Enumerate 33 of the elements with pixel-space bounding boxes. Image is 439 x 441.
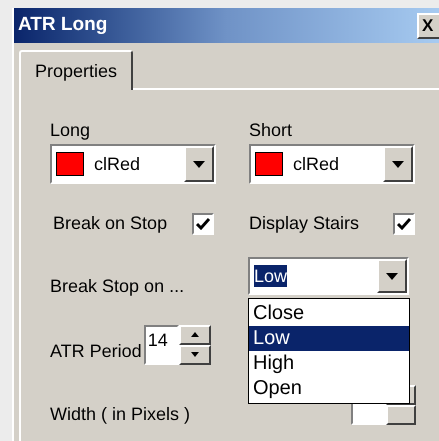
window-title: ATR Long xyxy=(18,13,108,38)
checkbox[interactable] xyxy=(192,212,214,234)
field-label: Width ( in Pixels ) xyxy=(50,403,192,426)
dropdown-button[interactable] xyxy=(184,146,214,182)
field-label: Long xyxy=(50,119,92,142)
caret-icon xyxy=(193,160,205,168)
dropdown-button[interactable] xyxy=(377,259,407,293)
spin-button[interactable] xyxy=(178,344,211,364)
caret-icon xyxy=(392,160,404,168)
dropdown-option[interactable]: Low xyxy=(249,326,409,351)
close-button[interactable]: X xyxy=(417,12,439,38)
tab[interactable]: Properties xyxy=(19,50,134,90)
dropdown-button[interactable] xyxy=(383,146,413,182)
checkbox[interactable] xyxy=(393,212,415,234)
check-icon xyxy=(196,218,210,230)
dropdown-option[interactable]: Open xyxy=(249,376,409,401)
spin-button[interactable] xyxy=(178,324,211,344)
dropdown-option[interactable]: High xyxy=(249,351,409,376)
color-select[interactable]: clRed xyxy=(249,144,415,184)
dropdown-option[interactable]: Close xyxy=(249,301,409,326)
caret-icon xyxy=(386,272,398,280)
checkbox-label: Break on Stop xyxy=(53,212,168,235)
caret-icon xyxy=(190,332,199,337)
color-select[interactable]: clRed xyxy=(50,144,216,184)
number-field[interactable]: 14 xyxy=(144,324,179,364)
field-label: Break Stop on ... xyxy=(50,275,186,298)
field-label: Short xyxy=(249,119,294,142)
caret-icon xyxy=(190,352,199,357)
checkbox-label: Display Stairs xyxy=(249,212,360,235)
spin-button[interactable] xyxy=(386,405,416,425)
dropdown-field[interactable]: Low xyxy=(248,257,409,295)
check-icon xyxy=(397,218,411,230)
field-label: ATR Period xyxy=(50,340,142,363)
